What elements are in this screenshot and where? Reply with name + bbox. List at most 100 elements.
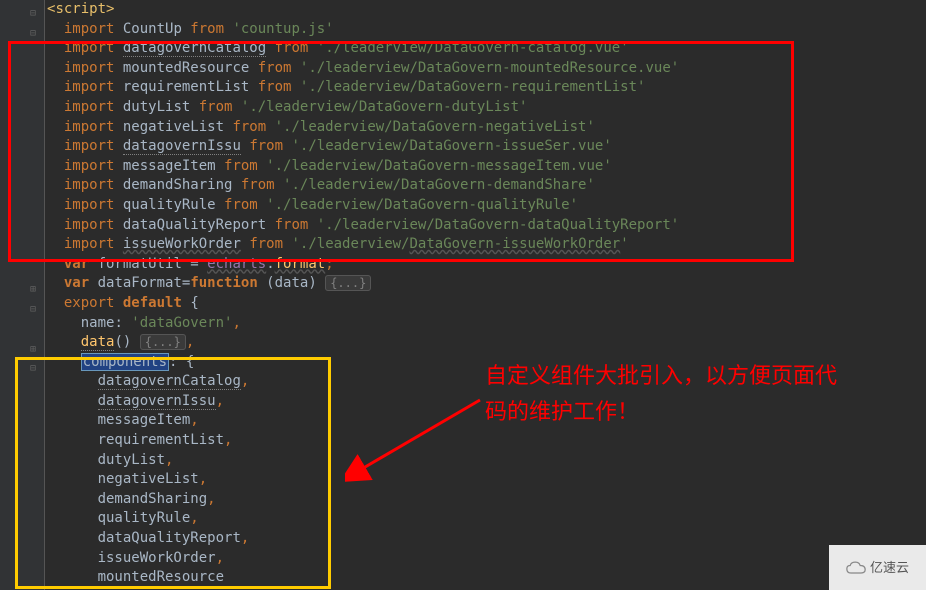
code-line[interactable]: demandSharing, [45,490,926,510]
code-token: { [182,295,199,311]
fold-mark-icon[interactable]: ⊞ [30,280,36,300]
code-line[interactable]: import demandSharing from './leaderview/… [45,176,926,196]
code-token: demandSharing [98,491,208,507]
fold-mark-icon[interactable]: ⊟ [30,24,36,44]
code-token: './leaderview/DataGovern-dataQualityRepo… [317,217,679,233]
fold-mark-icon[interactable]: ⊟ [30,359,36,379]
code-token: {...} [325,275,371,291]
fold-mark-icon[interactable]: ⊟ [30,300,36,320]
code-token [114,138,122,154]
code-token: from [258,60,292,76]
code-token: './leaderview/DataGovern-messageItem.vue… [266,158,612,174]
watermark-text: 亿速云 [870,558,909,578]
code-token [266,119,274,135]
code-line[interactable]: import datagovernCatalog from './leaderv… [45,39,926,59]
code-token: import [64,119,115,135]
code-line[interactable]: import datagovernIssu from './leaderview… [45,137,926,157]
code-token: mountedResource [114,60,257,76]
code-token: CountUp [114,21,190,37]
code-token: requirementList [114,79,257,95]
code-line[interactable]: var formatUtil = echarts.format; [45,255,926,275]
code-line[interactable]: import issueWorkOrder from './leaderview… [45,235,926,255]
code-token: , [207,491,215,507]
code-area[interactable]: <script> import CountUp from 'countup.js… [45,0,926,590]
code-token: ' [620,236,628,252]
code-token: (data) [258,275,325,291]
code-line[interactable]: <script> [45,0,926,20]
code-token: from [224,197,258,213]
code-line[interactable]: dutyList, [45,451,926,471]
code-token: import [64,236,115,252]
code-line[interactable]: name: 'dataGovern', [45,314,926,334]
code-token: './leaderview/DataGovern-demandShare' [283,177,595,193]
code-line[interactable]: import dutyList from './leaderview/DataG… [45,98,926,118]
code-token: dataQualityReport [114,217,274,233]
code-token [258,158,266,174]
code-token: dutyList [114,99,198,115]
code-line[interactable]: import qualityRule from './leaderview/Da… [45,196,926,216]
code-line[interactable]: var dataFormat=function (data) {...} [45,274,926,294]
code-line[interactable]: import messageItem from './leaderview/Da… [45,157,926,177]
code-token: function [190,275,257,291]
code-token: import [64,158,115,174]
code-token: , [190,510,198,526]
code-line[interactable]: mountedResource [45,568,926,588]
code-token: var [64,256,89,272]
code-token: from [275,217,309,233]
code-token: , [224,432,232,448]
code-line[interactable]: data() {...}, [45,333,926,353]
code-line[interactable]: negativeList, [45,470,926,490]
code-token: import [64,21,115,37]
code-token: , [199,471,207,487]
code-token: components [81,353,169,371]
code-token: import [64,99,115,115]
code-token: messageItem [98,412,191,428]
code-token: DataGovern-issueWorkOrder [410,236,621,252]
code-token: negativeList [114,119,232,135]
code-token: from [199,99,233,115]
code-token: , [216,550,224,566]
code-line[interactable]: import requirementList from './leadervie… [45,78,926,98]
code-token: from [275,40,309,56]
code-token: dataQualityReport [98,530,241,546]
code-token [308,40,316,56]
code-line[interactable]: issueWorkOrder, [45,549,926,569]
code-token: . [266,256,274,272]
code-token: import [64,138,115,154]
code-editor[interactable]: ⊟ ⊟ ⊞ ⊟ ⊞ ⊟ <script> import CountUp from… [0,0,926,590]
code-token: qualityRule [114,197,224,213]
code-line[interactable]: export default { [45,294,926,314]
code-token: './leaderview/ [291,236,409,252]
code-token: datagovernCatalog [123,40,266,57]
code-token: './leaderview/DataGovern-negativeList' [275,119,595,135]
code-token: , [216,393,224,409]
code-token: from [258,79,292,95]
code-token: format [275,256,326,272]
code-token: : [114,315,131,331]
code-line[interactable]: import CountUp from 'countup.js' [45,20,926,40]
code-token: > [106,1,114,17]
code-token: './leaderview/DataGovern-qualityRule' [266,197,578,213]
fold-mark-icon[interactable]: ⊞ [30,340,36,360]
code-token: , [190,412,198,428]
annotation-text: 自定义组件大批引入，以方便页面代 码的维护工作！ [485,358,837,430]
code-token: './leaderview/DataGovern-requirementList… [300,79,646,95]
code-line[interactable]: requirementList, [45,431,926,451]
code-token: negativeList [98,471,199,487]
code-line[interactable]: import mountedResource from './leadervie… [45,59,926,79]
code-token [258,197,266,213]
code-token [232,99,240,115]
code-line[interactable]: dataQualityReport, [45,529,926,549]
editor-gutter: ⊟ ⊟ ⊞ ⊟ ⊞ ⊟ [0,0,45,590]
code-token: , [232,315,240,331]
annotation-line-1: 自定义组件大批引入，以方便页面代 [485,358,837,394]
code-token: datagovernCatalog [98,373,241,390]
code-line[interactable]: qualityRule, [45,509,926,529]
fold-mark-icon[interactable]: ⊟ [30,4,36,24]
code-token: ; [325,256,333,272]
code-token: import [64,60,115,76]
code-line[interactable]: import negativeList from './leaderview/D… [45,118,926,138]
code-token: issueWorkOrder [98,550,216,566]
code-token [114,40,122,56]
code-line[interactable]: import dataQualityReport from './leaderv… [45,216,926,236]
